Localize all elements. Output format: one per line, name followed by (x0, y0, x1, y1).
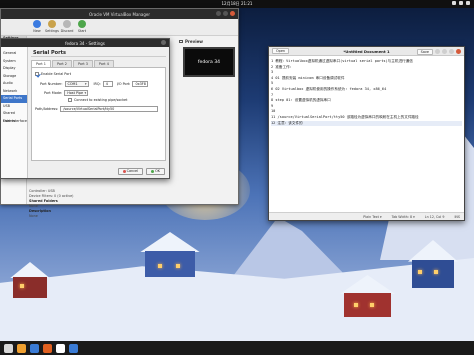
save-button[interactable]: Save (416, 48, 433, 55)
io-port-field[interactable]: 0x3F8 (132, 81, 149, 87)
port-number-label: Port Number: (40, 82, 63, 86)
settings-nav-item[interactable]: General (1, 50, 27, 58)
irq-field[interactable]: 4 (102, 81, 113, 87)
status-item[interactable]: Tab Width: 8 ▾ (392, 215, 415, 219)
settings-nav-item[interactable]: Serial Ports (1, 95, 27, 103)
settings-title: fedora 34 - Settings (65, 40, 105, 46)
settings-main: Serial Ports Port 1 Port 2 Port 3 Port 4 En… (31, 49, 166, 164)
settings-icon (48, 20, 56, 28)
enable-serial-port-checkbox[interactable] (35, 72, 39, 76)
port-panel: Enable Serial Port Port Number: COM1 IRQ… (31, 67, 166, 161)
toolbar-label: New (33, 29, 41, 33)
settings-nav-item[interactable]: USB (1, 103, 27, 111)
vbox-toolbar: New Settings Discard Start (1, 19, 238, 36)
status-item[interactable]: Plain Text ▾ (363, 215, 381, 219)
app-icon-6[interactable] (69, 343, 78, 353)
app-icon-2[interactable] (17, 343, 26, 353)
toolbar-new-button[interactable]: New (30, 20, 44, 33)
ok-button-label: OK (155, 169, 160, 173)
close-icon[interactable] (456, 49, 461, 54)
connect-existing-checkbox[interactable] (68, 98, 72, 102)
menu-icon[interactable] (435, 49, 440, 54)
new-icon (33, 20, 41, 28)
editor-headerbar[interactable]: Open *Untitled Document 1 Save (269, 47, 464, 56)
enable-serial-port-label: Enable Serial Port (41, 72, 72, 76)
settings-nav: General System Display Storage Audio Network S… (1, 47, 28, 178)
port-number-select[interactable]: COM1 (64, 81, 89, 87)
cancel-icon (122, 170, 126, 173)
minimize-icon[interactable] (216, 11, 221, 16)
preview-pane: Preview fedora 34 (179, 38, 237, 77)
settings-nav-item[interactable]: Shared Folders (1, 110, 27, 123)
connect-existing-label: Connect to existing pipe/socket (74, 98, 128, 102)
settings-nav-item[interactable]: Display (1, 65, 27, 73)
preview-label: Preview (185, 38, 204, 44)
toolbar-settings-button[interactable]: Settings (45, 20, 59, 33)
editor-text-area[interactable]: 1 教程：Virtualbox虚拟机通过虚拟串口(virtual serial … (269, 56, 464, 212)
ok-icon (151, 170, 155, 173)
port-tab[interactable]: Port 4 (93, 60, 114, 67)
port-mode-select[interactable]: Host Pipe (64, 90, 89, 96)
cancel-button-label: Cancel (126, 169, 139, 173)
port-tab[interactable]: Port 2 (51, 60, 72, 67)
settings-nav-item[interactable]: Network (1, 88, 27, 96)
discard-icon (63, 20, 71, 28)
details-lower: Controller: USB Device Filters: 0 (0 acti… (28, 189, 178, 219)
monitor-icon (179, 39, 183, 43)
toolbar-label: Start (77, 29, 87, 33)
power-icon[interactable] (466, 1, 470, 5)
network-icon[interactable] (452, 1, 456, 5)
preview-header[interactable]: Preview (179, 38, 237, 44)
vbox-title: Oracle VM VirtualBox Manager (88, 11, 151, 17)
port-tab[interactable]: Port 1 (31, 60, 51, 67)
settings-titlebar[interactable]: fedora 34 - Settings (1, 39, 169, 47)
minimize-icon[interactable] (442, 49, 447, 54)
toolbar-start-button[interactable]: Start (75, 20, 89, 33)
app-icon-3[interactable] (30, 343, 39, 353)
toolbar-label: Settings (45, 29, 59, 33)
path-field[interactable]: /source/VirtualSerialPort/tty50 (60, 106, 159, 112)
app-icon-5[interactable] (56, 343, 65, 353)
app-icon-1[interactable] (4, 343, 13, 353)
top-bar: 12月18日 21:21 (0, 0, 474, 8)
settings-nav-item[interactable]: Storage (1, 73, 27, 81)
close-icon[interactable] (230, 11, 235, 16)
maximize-icon[interactable] (223, 11, 228, 16)
settings-nav-item[interactable]: Audio (1, 80, 27, 88)
text-editor-window: Open *Untitled Document 1 Save 1 教程：Virt… (268, 46, 465, 221)
cancel-button[interactable]: Cancel (117, 168, 144, 175)
settings-heading: Serial Ports (31, 49, 166, 57)
volume-icon[interactable] (459, 1, 463, 5)
system-tray[interactable] (452, 1, 470, 5)
settings-buttons: Cancel OK (117, 168, 165, 175)
maximize-icon[interactable] (449, 49, 454, 54)
preview-screen-text: fedora 34 (197, 59, 221, 65)
io-port-label: I/O Port: (116, 82, 131, 86)
editor-statusbar: Plain Text ▾ Tab Width: 8 ▾ Ln 12, Col 9 IN… (269, 212, 464, 220)
settings-dialog: fedora 34 - Settings General System Displa… (0, 38, 170, 179)
irq-label: IRQ: (93, 82, 101, 86)
preview-screen: fedora 34 (183, 47, 235, 77)
taskbar (0, 341, 474, 355)
editor-line[interactable]: 12 注意：该文件的 (271, 120, 462, 127)
clock[interactable]: 12月18日 21:21 (0, 1, 474, 7)
path-label: Path/Address: (35, 107, 59, 111)
settings-nav-item[interactable]: User Interface (1, 118, 27, 126)
port-mode-label: Port Mode: (44, 91, 63, 95)
status-item[interactable]: INS (454, 215, 460, 219)
ok-button[interactable]: OK (146, 168, 165, 175)
app-icon-4[interactable] (43, 343, 52, 353)
port-tab[interactable]: Port 3 (72, 60, 93, 67)
status-item[interactable]: Ln 12, Col 9 (425, 215, 445, 219)
toolbar-label: Discard (60, 29, 74, 33)
close-icon[interactable] (161, 40, 166, 45)
port-tabs: Port 1 Port 2 Port 3 Port 4 (31, 60, 166, 67)
details-line: None (29, 214, 38, 218)
toolbar-discard-button[interactable]: Discard (60, 20, 74, 33)
start-icon (78, 20, 86, 28)
settings-nav-item[interactable]: System (1, 58, 27, 66)
vbox-titlebar[interactable]: Oracle VM VirtualBox Manager (1, 9, 238, 19)
